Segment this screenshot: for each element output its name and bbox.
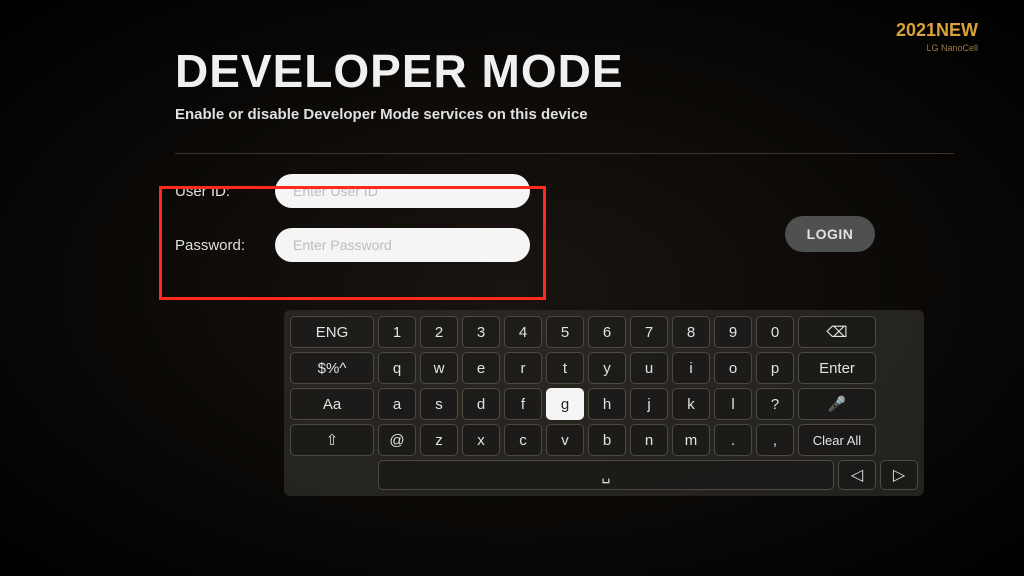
key-mode-3[interactable]: ⇧	[290, 424, 374, 456]
key-p[interactable]: p	[756, 352, 794, 384]
key-5[interactable]: 5	[546, 316, 584, 348]
key-q[interactable]: q	[378, 352, 416, 384]
onscreen-keyboard: ENG1234567890⌫ $%^qwertyuiopEnter Aaasdfgh…	[284, 310, 924, 496]
key-1[interactable]: 1	[378, 316, 416, 348]
password-input[interactable]	[275, 228, 530, 262]
key-h[interactable]: h	[588, 388, 626, 420]
key-f[interactable]: f	[504, 388, 542, 420]
key-2[interactable]: 2	[420, 316, 458, 348]
key-s[interactable]: s	[420, 388, 458, 420]
corner-new: NEW	[936, 20, 978, 40]
key-c[interactable]: c	[504, 424, 542, 456]
key-z[interactable]: z	[420, 424, 458, 456]
corner-subtext: LG NanoCell	[896, 43, 978, 53]
key-a[interactable]: a	[378, 388, 416, 420]
clear-all-key[interactable]: Clear All	[798, 424, 876, 456]
key-j[interactable]: j	[630, 388, 668, 420]
key-g[interactable]: g	[546, 388, 584, 420]
key-3[interactable]: 3	[462, 316, 500, 348]
corner-year: 2021	[896, 20, 936, 40]
key-v[interactable]: v	[546, 424, 584, 456]
nav-right-key[interactable]: ▷	[880, 460, 918, 490]
nav-left-key[interactable]: ◁	[838, 460, 876, 490]
key-6[interactable]: 6	[588, 316, 626, 348]
key-l[interactable]: l	[714, 388, 752, 420]
key-d[interactable]: d	[462, 388, 500, 420]
login-button[interactable]: LOGIN	[785, 216, 875, 252]
corner-badge: 2021NEW LG NanoCell	[896, 20, 978, 53]
key-.[interactable]: .	[714, 424, 752, 456]
divider	[175, 153, 954, 154]
password-label: Password:	[175, 237, 261, 254]
mic-key[interactable]: 🎤	[798, 388, 876, 420]
key-o[interactable]: o	[714, 352, 752, 384]
key-i[interactable]: i	[672, 352, 710, 384]
key-mode-0[interactable]: ENG	[290, 316, 374, 348]
key-mode-2[interactable]: Aa	[290, 388, 374, 420]
key-7[interactable]: 7	[630, 316, 668, 348]
key-k[interactable]: k	[672, 388, 710, 420]
key-x[interactable]: x	[462, 424, 500, 456]
userid-input[interactable]	[275, 174, 530, 208]
key-?[interactable]: ?	[756, 388, 794, 420]
backspace-key[interactable]: ⌫	[798, 316, 876, 348]
key-m[interactable]: m	[672, 424, 710, 456]
key-4[interactable]: 4	[504, 316, 542, 348]
key-b[interactable]: b	[588, 424, 626, 456]
key-mode-1[interactable]: $%^	[290, 352, 374, 384]
key-r[interactable]: r	[504, 352, 542, 384]
page-subtitle: Enable or disable Developer Mode service…	[175, 106, 954, 123]
key-0[interactable]: 0	[756, 316, 794, 348]
key-u[interactable]: u	[630, 352, 668, 384]
spacebar-key[interactable]: ␣	[378, 460, 834, 490]
enter-key[interactable]: Enter	[798, 352, 876, 384]
key-9[interactable]: 9	[714, 316, 752, 348]
key-@[interactable]: @	[378, 424, 416, 456]
key-t[interactable]: t	[546, 352, 584, 384]
page-title: DEVELOPER MODE	[175, 44, 954, 98]
key-n[interactable]: n	[630, 424, 668, 456]
key-,[interactable]: ,	[756, 424, 794, 456]
key-8[interactable]: 8	[672, 316, 710, 348]
key-w[interactable]: w	[420, 352, 458, 384]
userid-label: User ID:	[175, 183, 261, 200]
key-y[interactable]: y	[588, 352, 626, 384]
login-form: User ID: Password: LOGIN	[175, 174, 954, 262]
key-e[interactable]: e	[462, 352, 500, 384]
